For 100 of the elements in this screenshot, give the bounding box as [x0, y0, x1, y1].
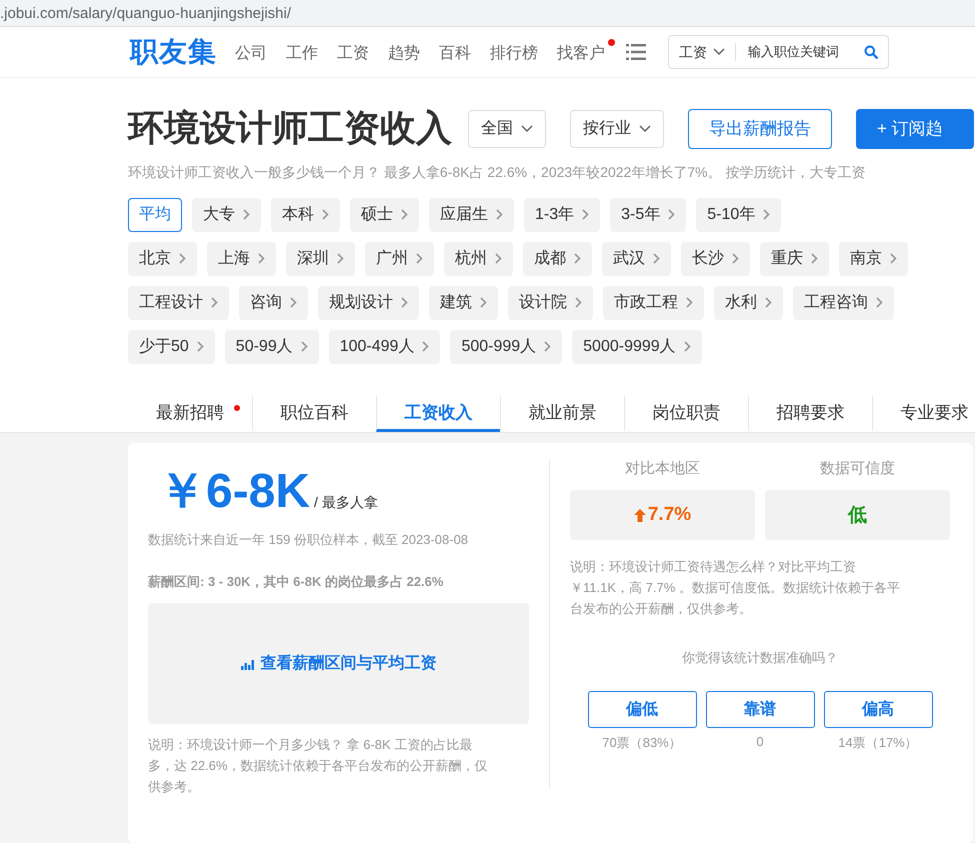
tag-label: 杭州 [455, 248, 487, 270]
tab[interactable]: 最新招聘 [128, 396, 252, 432]
tag-label: 广州 [376, 248, 408, 270]
filter-tag[interactable]: 设计院 [508, 286, 593, 320]
filter-tag[interactable]: 1-3年 [524, 198, 600, 232]
tag-label: 5000-9999人 [583, 337, 676, 358]
filter-tag[interactable]: 武汉 [602, 242, 671, 276]
filter-tag[interactable]: 规划设计 [318, 286, 419, 320]
filter-tag[interactable]: 100-499人 [328, 330, 440, 364]
note-text: 说明：环境设计师一个月多少钱？ 拿 6-8K 工资的占比最多，达 22.6%，数据统计依赖于各平台发布的公开薪酬，仅供参考。 [148, 736, 488, 796]
filter-tag[interactable]: 工程咨询 [793, 286, 894, 320]
filter-tag[interactable]: 咨询 [239, 286, 308, 320]
tag-label: 500-999人 [461, 337, 536, 358]
vote-count: 14票（17%） [838, 734, 918, 752]
tag-label: 少于50 [139, 336, 189, 358]
category-dropdown[interactable]: 工资 [679, 42, 736, 61]
tag-label: 5-10年 [707, 205, 756, 226]
source-text: 数据统计来自近一年 159 份职位样本，截至 2023-08-08 [148, 531, 470, 549]
chevron-right-icon [258, 253, 265, 264]
filter-dropdown[interactable]: 全国 [468, 110, 546, 148]
filter-tag[interactable]: 深圳 [286, 242, 355, 276]
filter-tag[interactable]: 杭州 [444, 242, 513, 276]
filter-tag[interactable]: 少于50 [128, 330, 215, 364]
filter-tag[interactable]: 工程设计 [128, 286, 229, 320]
filter-tag[interactable]: 北京 [128, 242, 197, 276]
filter-tag[interactable]: 50-99人 [224, 330, 319, 364]
site-logo[interactable]: 职友集 [130, 32, 217, 71]
filter-tag[interactable]: 硕士 [350, 198, 419, 232]
stat-value: 低 [765, 490, 950, 540]
filter-tag[interactable]: 5000-9999人 [572, 330, 702, 364]
chevron-right-icon [401, 297, 408, 308]
filter-tag[interactable]: 3-5年 [610, 198, 686, 232]
menu-icon[interactable] [626, 44, 646, 60]
filter-tag[interactable]: 500-999人 [450, 330, 562, 364]
nav-link[interactable]: 百科 [439, 39, 471, 64]
chevron-down-icon [521, 125, 533, 132]
chevron-right-icon [300, 341, 308, 352]
tag-label: 规划设计 [329, 292, 393, 314]
nav-link[interactable]: 排行榜 [490, 39, 538, 64]
tag-label: 水利 [725, 292, 757, 314]
export-button[interactable]: 导出薪酬报告 [688, 108, 832, 149]
chevron-right-icon [876, 297, 883, 308]
search-icon[interactable] [864, 42, 878, 61]
nav-link[interactable]: 公司 [235, 39, 267, 64]
vote-button[interactable]: 靠谱 [706, 691, 814, 728]
filter-tag[interactable]: 水利 [714, 286, 783, 320]
stat-label: 对比本地区 [625, 459, 700, 478]
search-bar[interactable]: 工资 输入职位关键词 [668, 34, 889, 69]
chevron-right-icon [575, 297, 582, 308]
chart-link[interactable]: 查看薪酬区间与平均工资 [148, 603, 529, 724]
tab[interactable]: 就业前景 [500, 396, 624, 432]
filter-tag[interactable]: 本科 [271, 198, 340, 232]
tag-label: 1-3年 [535, 205, 574, 226]
chevron-right-icon [686, 297, 693, 308]
nav-link[interactable]: 工资 [337, 39, 369, 64]
filter-tag[interactable]: 大专 [192, 198, 261, 232]
notification-dot [608, 39, 615, 46]
filter-tag[interactable]: 重庆 [760, 242, 829, 276]
tag-label: 北京 [139, 248, 171, 270]
tag-label: 建筑 [440, 292, 472, 314]
filter-tag[interactable]: 5-10年 [696, 198, 782, 232]
tag-label: 大专 [203, 204, 235, 226]
filter-tag[interactable]: 广州 [365, 242, 434, 276]
chevron-right-icon [890, 253, 897, 264]
chevron-right-icon [196, 341, 204, 352]
chevron-right-icon [732, 253, 739, 264]
tag-label: 100-499人 [340, 337, 414, 358]
filter-tag[interactable]: 南京 [839, 242, 908, 276]
vote-button[interactable]: 偏高 [824, 691, 932, 728]
salary-amount: ￥6-8K [158, 464, 310, 520]
tag-label: 上海 [218, 248, 250, 270]
chevron-right-icon [211, 297, 218, 308]
nav-link[interactable]: 找客户 [557, 39, 615, 64]
filter-tag[interactable]: 上海 [207, 242, 276, 276]
tag-label: 长沙 [692, 248, 724, 270]
tab[interactable]: 招聘要求 [748, 396, 872, 432]
chevron-right-icon [496, 209, 503, 220]
chevron-right-icon [495, 253, 502, 264]
nav-link[interactable]: 工作 [286, 39, 318, 64]
address-bar[interactable]: .jobui.com/salary/quanguo-huanjingshejishi/ [0, 0, 975, 28]
nav-link[interactable]: 趋势 [388, 39, 420, 64]
tab[interactable]: 职位百科 [252, 396, 376, 432]
chevron-right-icon [290, 297, 297, 308]
filter-tag[interactable]: 成都 [523, 242, 592, 276]
vote-button[interactable]: 偏低 [588, 691, 696, 728]
tag-label: 武汉 [613, 248, 645, 270]
tab[interactable]: 专业要求 [872, 396, 975, 432]
chevron-right-icon [653, 253, 660, 264]
filter-dropdown[interactable]: 按行业 [570, 110, 664, 148]
filter-tag[interactable]: 应届生 [429, 198, 514, 232]
filter-tag[interactable]: 建筑 [429, 286, 498, 320]
filter-tag[interactable]: 长沙 [681, 242, 750, 276]
filter-tag[interactable]: 市政工程 [603, 286, 704, 320]
tag-label: 50-99人 [236, 337, 293, 358]
vote-count: 0 [756, 734, 764, 749]
tag-label: 工程咨询 [804, 293, 868, 314]
subscribe-button[interactable]: + 订阅趋 [856, 108, 974, 149]
tab[interactable]: 岗位职责 [624, 396, 748, 432]
filter-tag[interactable]: 平均 [128, 198, 182, 232]
chevron-right-icon [243, 209, 250, 220]
